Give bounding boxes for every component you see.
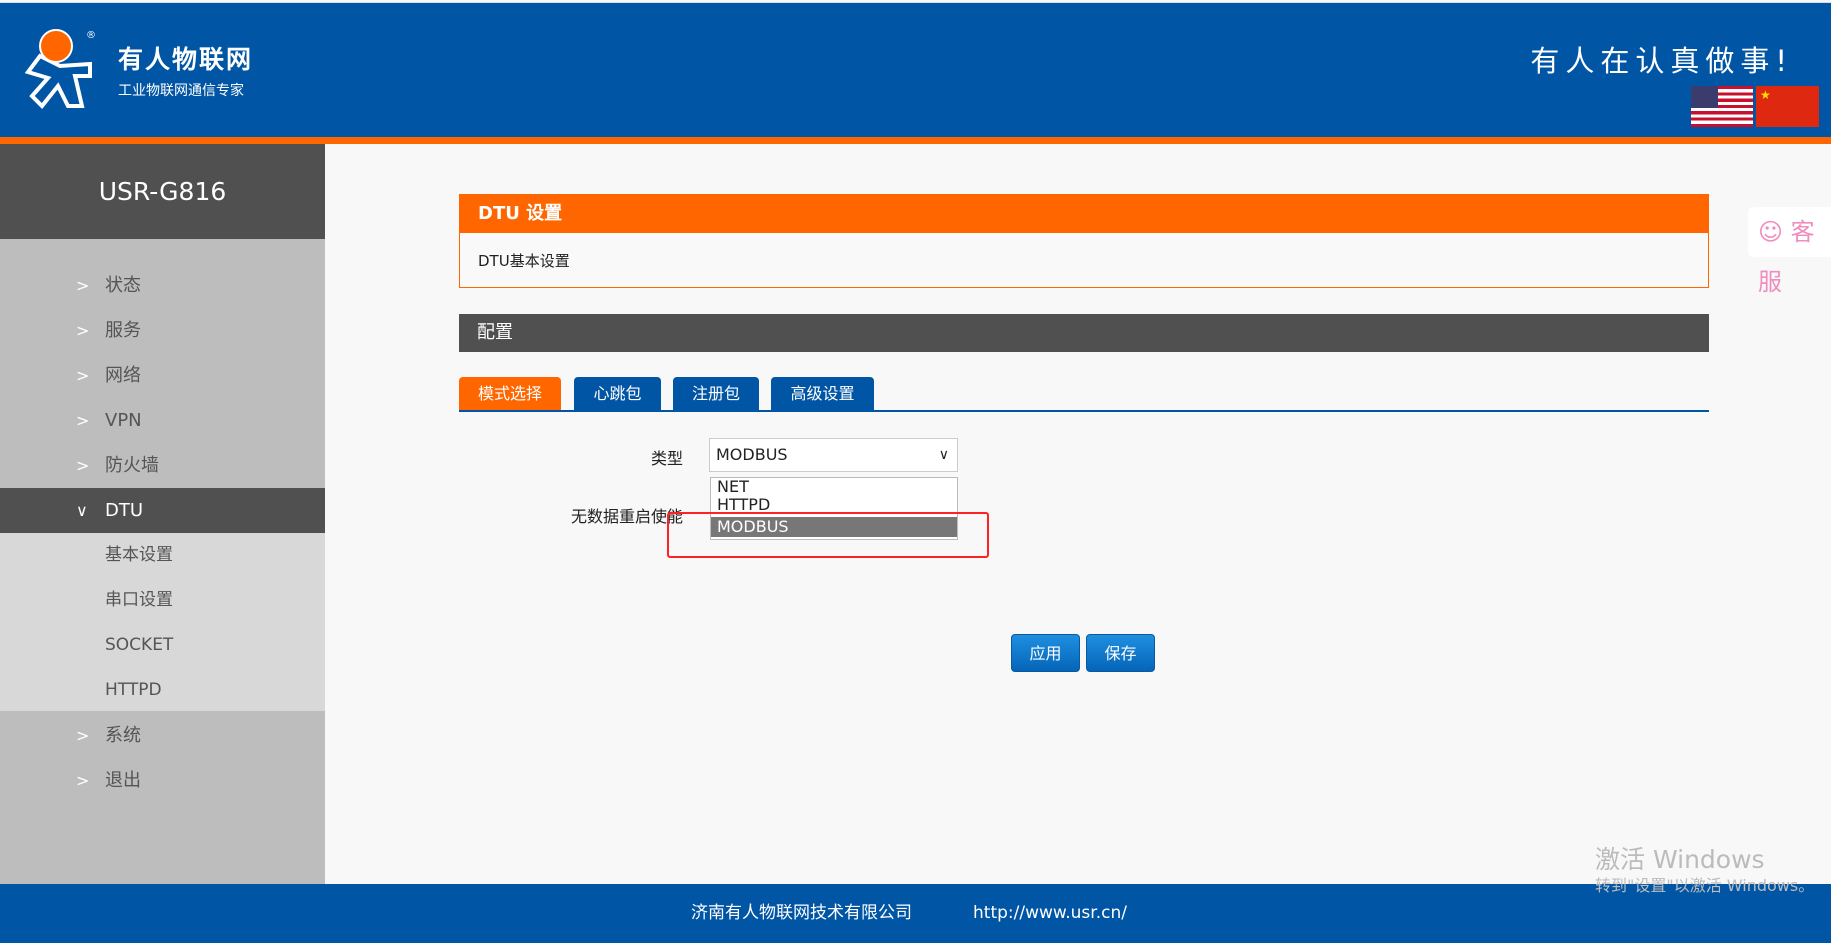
- brand-name: 有人物联网: [118, 45, 254, 74]
- flag-cn-icon[interactable]: ★: [1756, 86, 1819, 127]
- customer-service-button[interactable]: ☺ 客服: [1748, 207, 1831, 296]
- activation-watermark-text: 转到"设置"以激活 Windows。: [1595, 876, 1815, 895]
- sidebar-sub-socket[interactable]: SOCKET: [0, 623, 325, 668]
- chevron-right-icon: >: [76, 726, 90, 745]
- sidebar-item-network[interactable]: > 网络: [0, 353, 325, 398]
- sidebar-item-vpn[interactable]: > VPN: [0, 398, 325, 443]
- sidebar-item-label: 防火墙: [105, 455, 159, 476]
- header-stripe: [0, 137, 1831, 144]
- chevron-right-icon: >: [76, 321, 90, 340]
- sidebar-sub-serial[interactable]: 串口设置: [0, 578, 325, 623]
- footer-url[interactable]: http://www.usr.cn/: [973, 884, 1127, 943]
- activation-watermark-title: 激活 Windows: [1595, 845, 1765, 874]
- option-net[interactable]: NET: [711, 478, 957, 496]
- chevron-down-icon: ∨: [76, 501, 88, 520]
- sidebar-item-system[interactable]: > 系统: [0, 713, 325, 758]
- slogan: 有人在认真做事!: [1530, 44, 1793, 78]
- logo-icon: ®: [24, 29, 96, 109]
- type-select-value: MODBUS: [716, 445, 788, 464]
- save-button[interactable]: 保存: [1086, 634, 1155, 672]
- footer: 济南有人物联网技术有限公司 http://www.usr.cn/: [0, 884, 1831, 943]
- device-model: USR-G816: [0, 144, 325, 239]
- sidebar-sub-basic[interactable]: 基本设置: [0, 533, 325, 578]
- sidebar-item-label: DTU: [105, 500, 144, 521]
- sidebar-item-label: 网络: [105, 365, 141, 386]
- sidebar: USR-G816 > 状态 > 服务 > 网络 > VPN > 防火墙 ∨ DTU 基本设置…: [0, 144, 325, 884]
- sidebar-item-dtu[interactable]: ∨ DTU: [0, 488, 325, 533]
- restart-enable-label: 无数据重启使能: [570, 507, 683, 526]
- chevron-right-icon: >: [76, 411, 90, 430]
- type-select[interactable]: MODBUS ∨: [709, 438, 958, 472]
- tab-mode-select[interactable]: 模式选择: [459, 377, 561, 411]
- sidebar-item-services[interactable]: > 服务: [0, 308, 325, 353]
- tab-heartbeat[interactable]: 心跳包: [574, 377, 661, 411]
- sidebar-item-firewall[interactable]: > 防火墙: [0, 443, 325, 488]
- type-label: 类型: [650, 449, 683, 468]
- chevron-right-icon: >: [76, 366, 90, 385]
- svg-text:®: ®: [86, 30, 96, 41]
- flag-us-icon[interactable]: [1691, 86, 1753, 127]
- chevron-down-icon: ∨: [938, 447, 949, 463]
- panel-title: DTU 设置: [460, 195, 1708, 233]
- tab-advanced[interactable]: 高级设置: [771, 377, 874, 411]
- sidebar-item-label: VPN: [105, 410, 142, 431]
- brand-tagline: 工业物联网通信专家: [118, 83, 244, 99]
- footer-company: 济南有人物联网技术有限公司: [691, 903, 912, 923]
- tab-registration[interactable]: 注册包: [673, 377, 759, 411]
- chevron-right-icon: >: [76, 276, 90, 295]
- sidebar-sub-httpd[interactable]: HTTPD: [0, 668, 325, 711]
- sidebar-item-label: 服务: [105, 320, 141, 341]
- chevron-right-icon: >: [76, 771, 90, 790]
- mascot-icon: ☺: [1758, 218, 1784, 246]
- apply-button[interactable]: 应用: [1011, 634, 1080, 672]
- sidebar-item-label: 状态: [105, 275, 141, 296]
- panel-subtitle: DTU基本设置: [478, 252, 570, 270]
- config-title: 配置: [459, 314, 1709, 352]
- tab-divider: [459, 410, 1709, 412]
- sidebar-item-status[interactable]: > 状态: [0, 263, 325, 308]
- highlight-annotation: [667, 512, 989, 558]
- dtu-settings-panel: DTU 设置 DTU基本设置: [459, 194, 1709, 288]
- sidebar-item-logout[interactable]: > 退出: [0, 758, 325, 803]
- sidebar-item-label: 系统: [105, 725, 141, 746]
- chevron-right-icon: >: [76, 456, 90, 475]
- sidebar-item-label: 退出: [105, 770, 141, 791]
